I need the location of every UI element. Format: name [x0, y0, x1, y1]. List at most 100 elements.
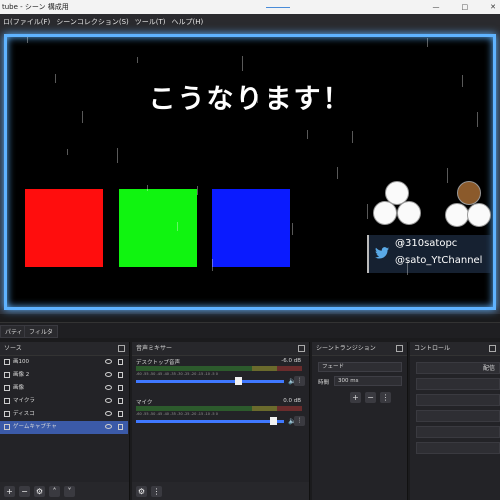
close-button[interactable]: ✕: [490, 0, 496, 14]
add-source-button[interactable]: +: [4, 486, 15, 497]
rain-streak: [137, 57, 138, 63]
source-item[interactable]: ゲームキャプチャ: [0, 421, 128, 434]
visibility-icon[interactable]: [105, 424, 112, 429]
transition-menu-button[interactable]: ⋮: [380, 392, 391, 403]
move-down-button[interactable]: ˅: [64, 486, 75, 497]
mixer-toolbar: ⚙ ⋮: [132, 482, 309, 500]
mixer-channel: デスクトップ音声 -6.0 dB -60 -55 -50 -45 -40 -35 -…: [136, 358, 305, 398]
duration-field[interactable]: 300 ms: [334, 376, 402, 386]
mixer-settings-button[interactable]: ⚙: [136, 486, 147, 497]
menu-bar: ロ(ファイル(F) シーンコレクション(S) ツール(T) ヘルプ(H): [0, 14, 500, 30]
rain-streak: [367, 204, 368, 219]
source-type-icon: [4, 371, 10, 378]
studio-mode-button[interactable]: [416, 410, 500, 422]
rain-streak: [462, 75, 463, 87]
rain-streak: [307, 130, 308, 139]
source-item[interactable]: 画100: [0, 356, 128, 369]
virtual-camera-button[interactable]: [416, 394, 500, 406]
tab-filters[interactable]: フィルタ: [24, 325, 58, 338]
settings-button[interactable]: [416, 426, 500, 438]
channel-db: 0.0 dB: [283, 398, 301, 404]
remove-source-button[interactable]: −: [19, 486, 30, 497]
green-square: [119, 189, 197, 267]
preview-headline: こうなります！: [148, 84, 352, 115]
maximize-button[interactable]: □: [462, 0, 469, 14]
source-type-icon: [4, 358, 10, 365]
source-item[interactable]: 画像 2: [0, 369, 128, 382]
mixer-menu-button[interactable]: ⋮: [151, 486, 162, 497]
popout-icon[interactable]: [489, 345, 496, 352]
popout-icon[interactable]: [298, 345, 305, 352]
red-square: [25, 189, 103, 267]
rain-streak: [447, 168, 448, 183]
title-accent: [266, 7, 290, 8]
channel-menu-button[interactable]: ⋮: [294, 376, 305, 386]
lock-icon[interactable]: [118, 398, 123, 404]
rain-streak: [427, 38, 428, 47]
window-title: tube - シーン 構成用: [2, 3, 69, 11]
sources-toolbar: + − ⚙ ˄ ˅: [0, 482, 129, 500]
add-transition-button[interactable]: +: [350, 392, 361, 403]
source-label: 画像: [13, 385, 25, 391]
remove-transition-button[interactable]: −: [365, 392, 376, 403]
menu-file[interactable]: ロ(ファイル(F): [0, 14, 53, 30]
source-settings-button[interactable]: ⚙: [34, 486, 45, 497]
start-streaming-button[interactable]: 配信: [416, 362, 500, 374]
visibility-icon[interactable]: [105, 372, 112, 377]
popout-icon[interactable]: [118, 345, 125, 352]
source-label: マイクラ: [13, 398, 35, 404]
duration-label: 時間: [318, 380, 330, 386]
menu-scene-collection[interactable]: シーンコレクション(S): [53, 14, 132, 30]
menu-tools[interactable]: ツール(T): [132, 14, 169, 30]
rain-streak: [337, 167, 338, 179]
volume-slider[interactable]: [136, 417, 284, 425]
volume-meter: [136, 406, 302, 411]
transition-type-select[interactable]: フェード: [318, 362, 402, 372]
blue-square: [212, 189, 290, 267]
lock-icon[interactable]: [118, 359, 123, 365]
visibility-icon[interactable]: [105, 359, 112, 364]
minimize-button[interactable]: —: [433, 0, 440, 14]
move-up-button[interactable]: ˄: [49, 486, 60, 497]
volume-meter: [136, 366, 302, 371]
transitions-dock: シーントランジション フェード 時間 300 ms + − ⋮: [312, 342, 408, 500]
rain-streak: [55, 74, 56, 83]
start-recording-button[interactable]: [416, 378, 500, 390]
meter-scale: -60 -55 -50 -45 -40 -35 -30 -25 -20 -15 …: [136, 412, 218, 416]
volume-slider[interactable]: [136, 377, 284, 385]
source-label: ディスコ: [13, 411, 35, 417]
menu-help[interactable]: ヘルプ(H): [169, 14, 207, 30]
volume-knob[interactable]: [270, 417, 277, 425]
rain-streak: [477, 112, 478, 127]
lock-icon[interactable]: [118, 372, 123, 378]
rain-streak: [242, 56, 243, 71]
exit-button[interactable]: [416, 442, 500, 454]
channel-db: -6.0 dB: [281, 358, 301, 364]
popout-icon[interactable]: [396, 345, 403, 352]
lock-icon[interactable]: [118, 424, 123, 430]
lock-icon[interactable]: [118, 385, 123, 391]
preview-canvas[interactable]: こうなります！ @310satopc @sato_YtChannel: [4, 34, 496, 310]
visibility-icon[interactable]: [105, 385, 112, 390]
source-item[interactable]: マイクラ: [0, 395, 128, 408]
rain-streak: [82, 111, 83, 123]
visibility-icon[interactable]: [105, 411, 112, 416]
sources-title: ソース: [4, 345, 22, 352]
rain-streak: [147, 185, 148, 191]
visibility-icon[interactable]: [105, 398, 112, 403]
lock-icon[interactable]: [118, 411, 123, 417]
source-label: ゲームキャプチャ: [13, 424, 57, 430]
twitter-handle-2: @sato_YtChannel: [395, 255, 483, 266]
channel-menu-button[interactable]: ⋮: [294, 416, 305, 426]
source-item[interactable]: ディスコ: [0, 408, 128, 421]
properties-tab-row: パティ フィルタ: [0, 322, 500, 338]
audio-mixer-dock: 音声ミキサー デスクトップ音声 -6.0 dB -60 -55 -50 -45 -4…: [132, 342, 310, 500]
social-banner: @310satopc @sato_YtChannel: [367, 235, 491, 273]
volume-knob[interactable]: [235, 377, 242, 385]
source-item[interactable]: 画像: [0, 382, 128, 395]
rain-streak: [269, 93, 270, 99]
controls-title: コントロール: [414, 345, 451, 352]
obs-window: tube - シーン 構成用 — □ ✕ ロ(ファイル(F) シーンコレクション…: [0, 0, 500, 500]
title-bar: tube - シーン 構成用 — □ ✕: [0, 0, 500, 14]
source-label: 画像 2: [13, 372, 30, 378]
